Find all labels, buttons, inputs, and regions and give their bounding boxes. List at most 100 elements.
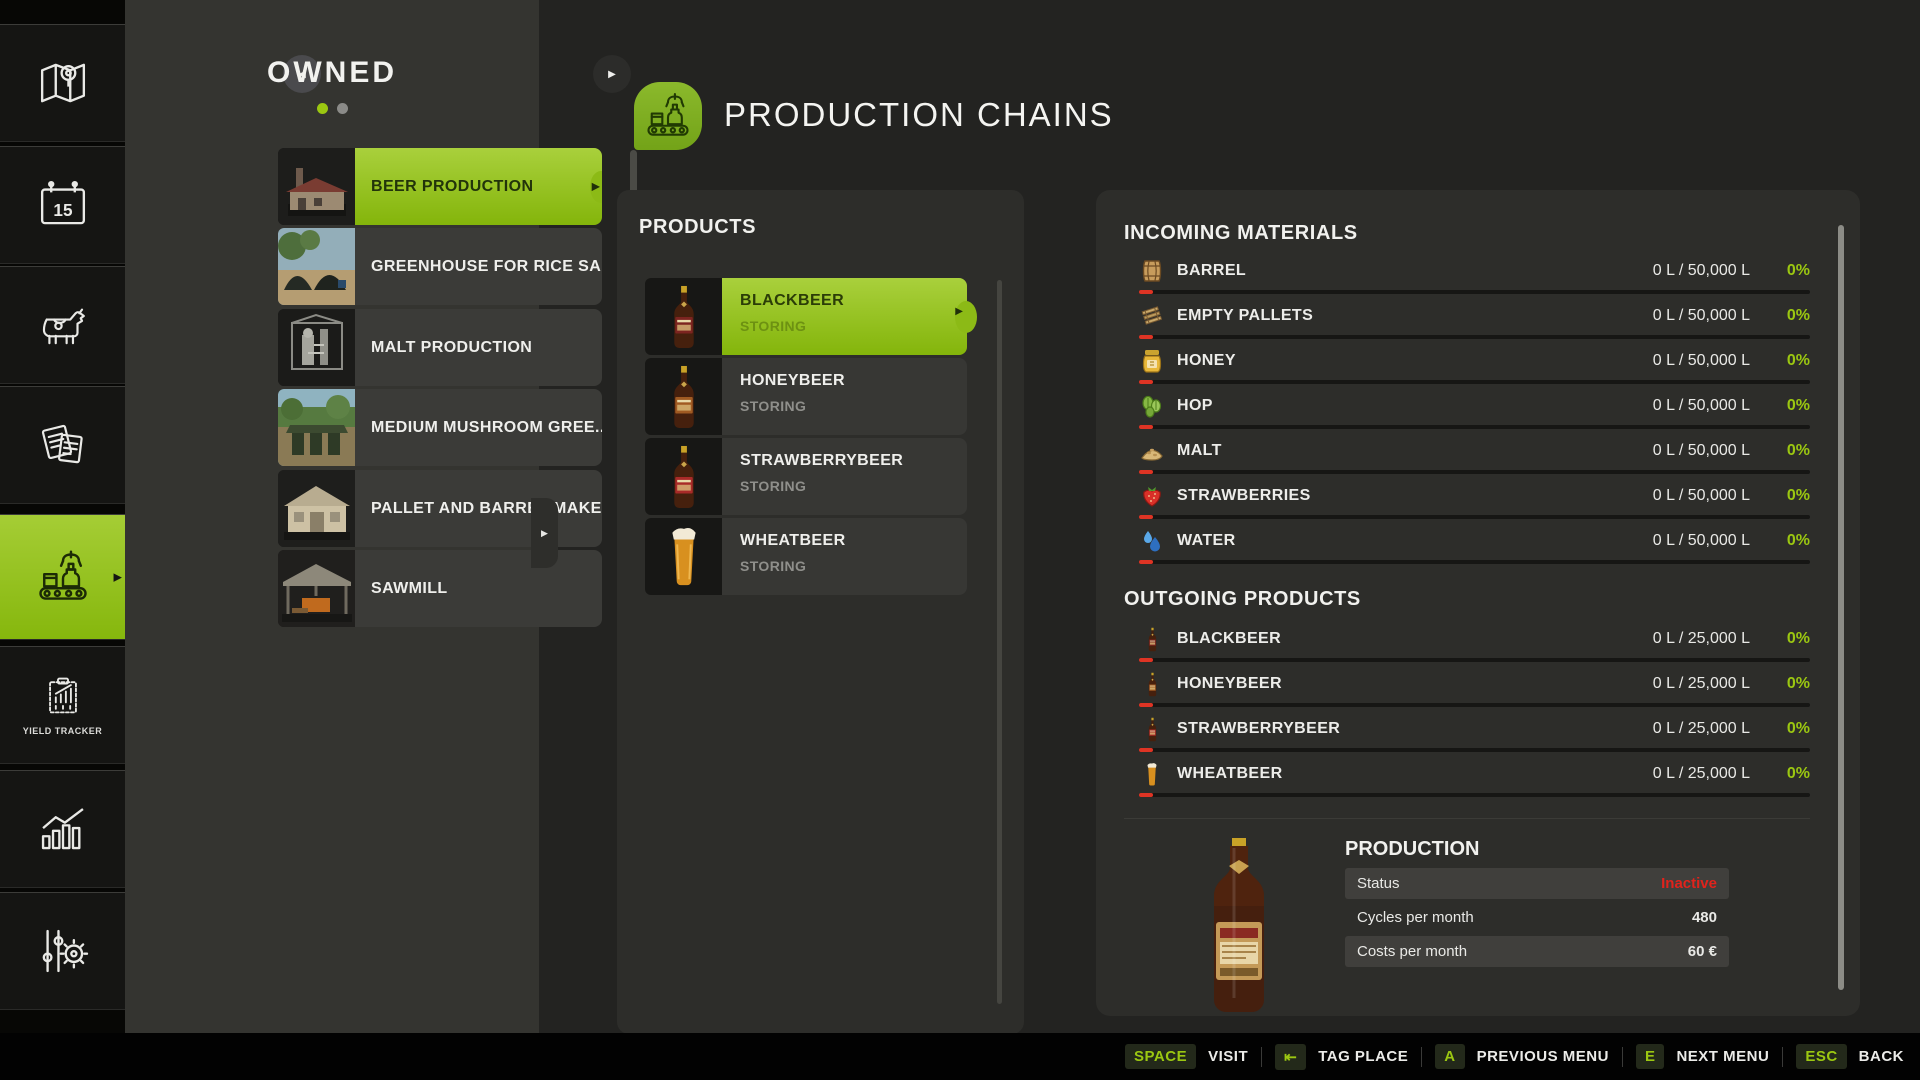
building-row-malt-production[interactable]: MALT PRODUCTION — [278, 309, 602, 386]
page-dot-inactive — [337, 103, 348, 114]
building-row-greenhouse-rice[interactable]: GREENHOUSE FOR RICE SA... — [278, 228, 602, 305]
product-thumbnail-strawberrybeer — [645, 438, 722, 515]
fill-level-bar — [1139, 470, 1810, 474]
product-status: STORING — [740, 398, 943, 414]
esc-key: ESC — [1796, 1044, 1846, 1069]
building-thumbnail — [278, 389, 355, 466]
settings-icon — [34, 922, 92, 980]
material-row-honey[interactable]: HONEY 0 L / 50,000 L 0% — [1139, 342, 1810, 387]
outgoing-products-title: OUTGOING PRODUCTS — [1124, 588, 1361, 611]
production-cycles-row: Cycles per month 480 — [1345, 902, 1729, 933]
hint-visit[interactable]: SPACE VISIT — [1125, 1044, 1248, 1069]
product-row-out-honeybeer[interactable]: HONEYBEER 0 L / 25,000 L 0% — [1139, 665, 1810, 710]
production-icon — [33, 547, 93, 607]
product-row-out-strawberrybeer[interactable]: STRAWBERRYBEER 0 L / 25,000 L 0% — [1139, 710, 1810, 755]
cycles-value: 480 — [1692, 909, 1717, 926]
strawberrybeer-bottle-icon — [1139, 716, 1165, 742]
costs-label: Costs per month — [1357, 943, 1467, 960]
product-name: BLACKBEER — [740, 292, 844, 309]
key-hints-bar: SPACE VISIT ⇤ TAG PLACE A PREVIOUS MENU … — [0, 1033, 1920, 1080]
fill-level-bar — [1139, 515, 1810, 519]
yield-tracker-label: YIELD TRACKER — [23, 726, 103, 736]
svg-text:15: 15 — [53, 200, 73, 220]
sidebar-item-yield-tracker[interactable]: YIELD TRACKER — [0, 646, 125, 764]
page-title: PRODUCTION CHAINS — [724, 96, 1114, 134]
building-name: SAWMILL — [355, 550, 602, 627]
building-thumbnail — [278, 550, 355, 627]
production-section-title: PRODUCTION — [1345, 838, 1479, 861]
production-costs-row: Costs per month 60 € — [1345, 936, 1729, 967]
material-row-hop[interactable]: HOP 0 L / 50,000 L 0% — [1139, 387, 1810, 432]
product-status: STORING — [740, 478, 943, 494]
material-row-barrel[interactable]: BARREL 0 L / 50,000 L 0% — [1139, 252, 1810, 297]
e-key: E — [1636, 1044, 1665, 1069]
hint-divider — [1261, 1047, 1262, 1067]
hop-icon — [1139, 393, 1165, 419]
building-row-beer-production[interactable]: BEER PRODUCTION — [278, 148, 602, 225]
section-divider — [1124, 818, 1810, 819]
products-list-scrollbar[interactable] — [997, 280, 1002, 1004]
products-panel: PRODUCTS BLACKBEER STORING HONEYBEER STO… — [617, 190, 1024, 1034]
production-details-panel: INCOMING MATERIALS BARREL 0 L / 50,000 L… — [1096, 190, 1860, 1016]
material-row-malt[interactable]: MALT 0 L / 50,000 L 0% — [1139, 432, 1810, 477]
selected-product-bottle-image — [1198, 836, 1280, 1021]
building-name: MALT PRODUCTION — [355, 309, 602, 386]
material-row-strawberries[interactable]: STRAWBERRIES 0 L / 50,000 L 0% — [1139, 477, 1810, 522]
production-status-row: Status Inactive — [1345, 868, 1729, 899]
product-row-wheatbeer[interactable]: WHEATBEER STORING — [645, 518, 967, 595]
map-icon — [34, 54, 92, 112]
material-row-water[interactable]: WATER 0 L / 50,000 L 0% — [1139, 522, 1810, 567]
product-row-honeybeer[interactable]: HONEYBEER STORING — [645, 358, 967, 435]
product-row-out-blackbeer[interactable]: BLACKBEER 0 L / 25,000 L 0% — [1139, 620, 1810, 665]
production-chains-icon — [634, 82, 702, 150]
product-row-blackbeer[interactable]: BLACKBEER STORING — [645, 278, 967, 355]
honey-icon — [1139, 348, 1165, 374]
sidebar-item-calendar[interactable]: 15 — [0, 146, 125, 264]
owned-page-dots — [125, 103, 539, 114]
fill-level-bar — [1139, 658, 1810, 662]
building-name: BEER PRODUCTION — [355, 148, 602, 225]
details-scrollbar[interactable] — [1838, 225, 1844, 990]
barrel-icon — [1139, 258, 1165, 284]
statistics-icon — [34, 800, 92, 858]
hint-tag-place[interactable]: ⇤ TAG PLACE — [1275, 1044, 1408, 1070]
sidebar-item-settings[interactable] — [0, 892, 125, 1010]
fill-level-bar — [1139, 793, 1810, 797]
sidebar-item-production[interactable] — [0, 514, 125, 640]
material-row-empty-pallets[interactable]: EMPTY PALLETS 0 L / 50,000 L 0% — [1139, 297, 1810, 342]
sidebar-item-statistics[interactable] — [0, 770, 125, 888]
page-dot-active — [317, 103, 328, 114]
status-label: Status — [1357, 875, 1400, 892]
fill-level-bar — [1139, 380, 1810, 384]
sidebar-item-animals[interactable] — [0, 266, 125, 384]
hint-previous-menu[interactable]: A PREVIOUS MENU — [1435, 1044, 1609, 1069]
costs-value: 60 € — [1688, 943, 1717, 960]
owned-next-page-button[interactable] — [593, 55, 631, 93]
hint-back[interactable]: ESC BACK — [1796, 1044, 1904, 1069]
products-panel-title: PRODUCTS — [639, 216, 756, 239]
building-name: GREENHOUSE FOR RICE SA... — [355, 228, 602, 305]
product-name: STRAWBERRYBEER — [740, 452, 903, 469]
water-icon — [1139, 528, 1165, 554]
fill-level-bar — [1139, 425, 1810, 429]
fill-level-bar — [1139, 703, 1810, 707]
honeybeer-bottle-icon — [1139, 671, 1165, 697]
yield-tracker-icon — [40, 675, 86, 721]
product-thumbnail-wheatbeer — [645, 518, 722, 595]
product-status: STORING — [740, 318, 943, 334]
sidebar-item-contracts[interactable] — [0, 386, 125, 504]
malt-icon — [1139, 438, 1165, 464]
status-value: Inactive — [1661, 875, 1717, 892]
building-thumbnail — [278, 228, 355, 305]
production-chains-screen: 15 — [0, 0, 1920, 1080]
product-row-out-wheatbeer[interactable]: WHEATBEER 0 L / 25,000 L 0% — [1139, 755, 1810, 800]
product-status: STORING — [740, 558, 943, 574]
product-row-strawberrybeer[interactable]: STRAWBERRYBEER STORING — [645, 438, 967, 515]
building-row-mushroom-greenhouse[interactable]: MEDIUM MUSHROOM GREE... — [278, 389, 602, 466]
sidebar-item-map[interactable] — [0, 24, 125, 142]
cow-icon — [34, 296, 92, 354]
hint-divider — [1782, 1047, 1783, 1067]
building-thumbnail — [278, 148, 355, 225]
hint-next-menu[interactable]: E NEXT MENU — [1636, 1044, 1769, 1069]
owned-panel-expander[interactable] — [531, 498, 558, 568]
